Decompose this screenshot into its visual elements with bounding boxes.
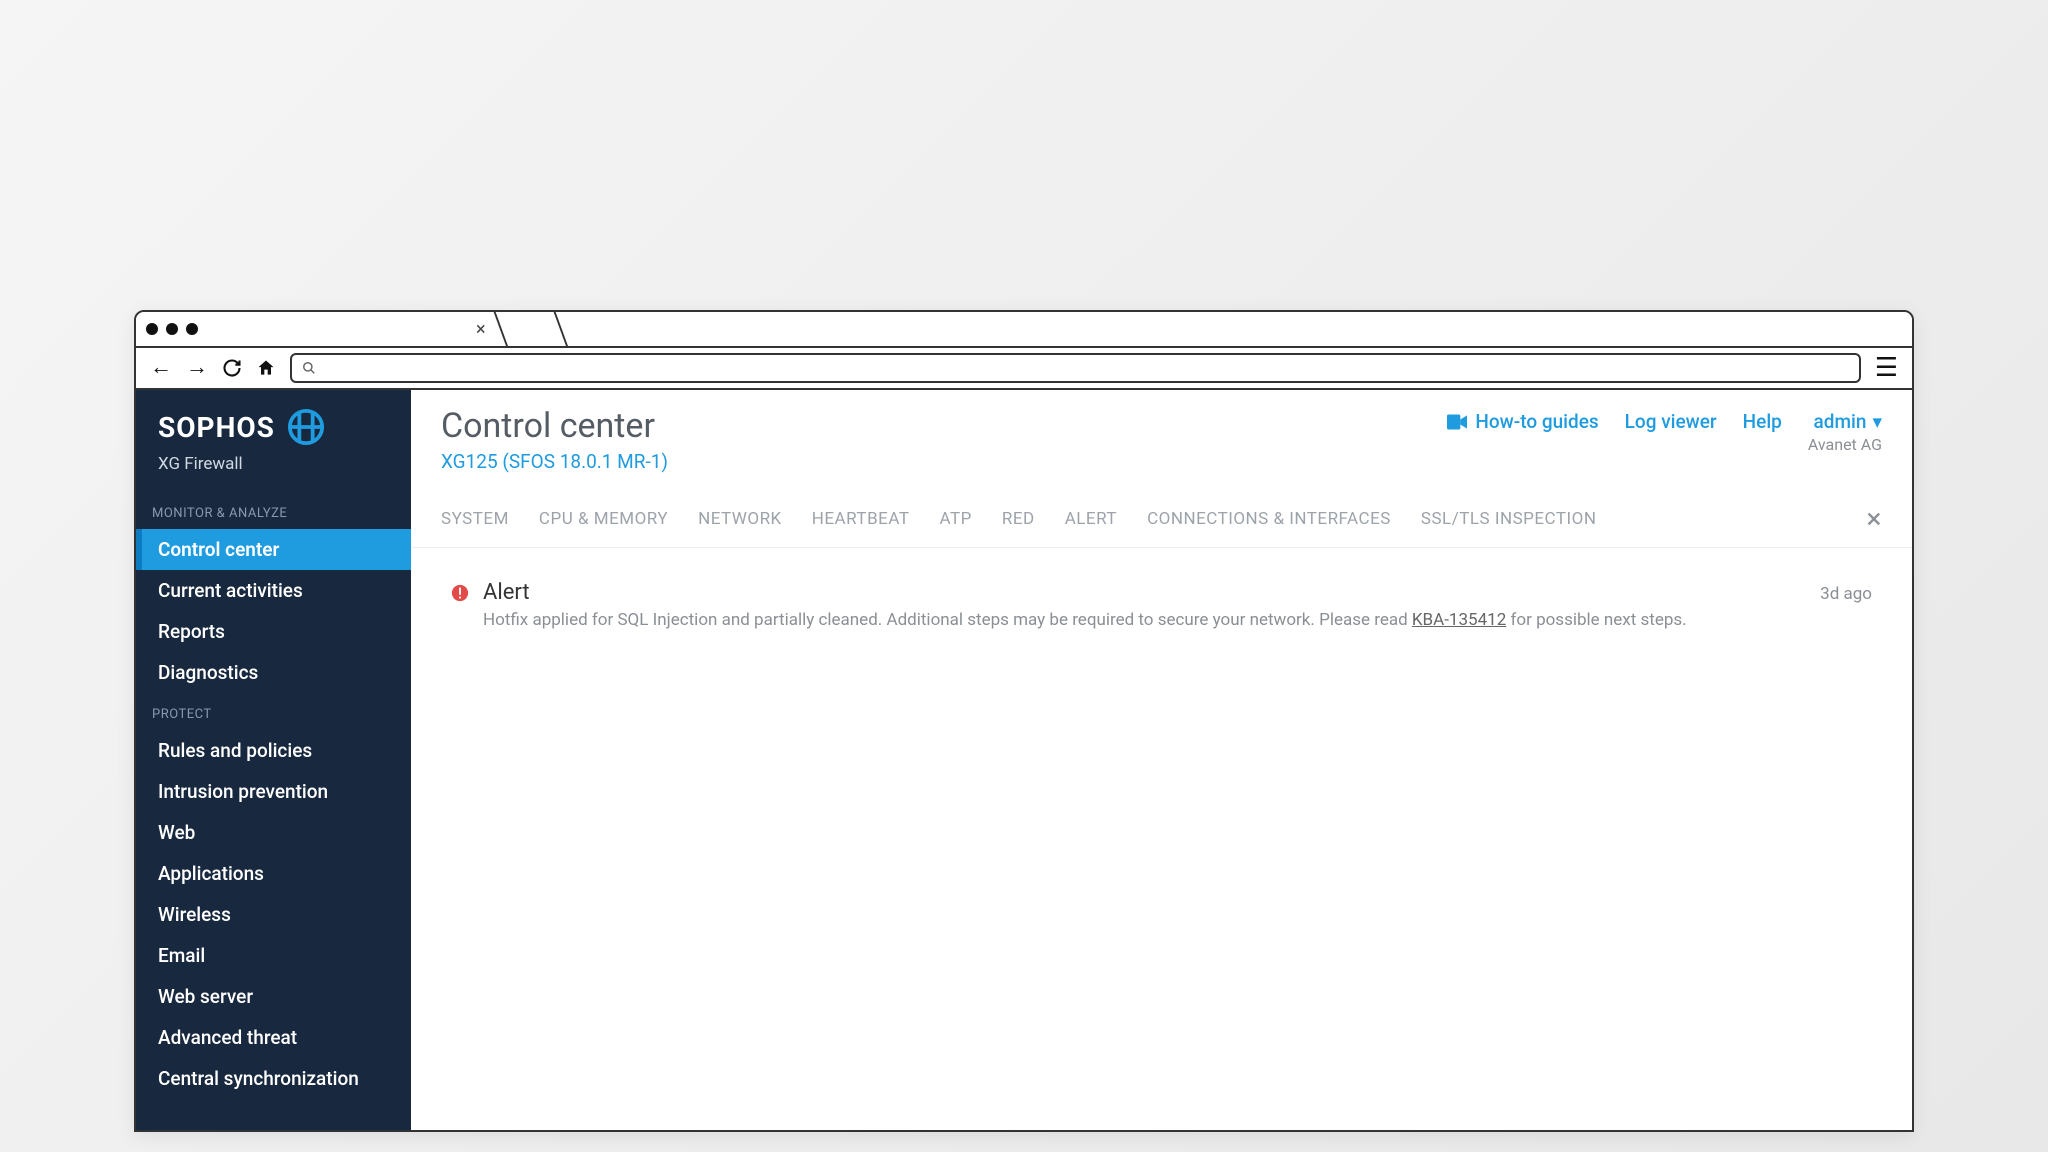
sidebar-item-label: Rules and policies: [158, 739, 312, 762]
sidebar-item-reports[interactable]: Reports: [136, 611, 411, 652]
sidebar: SOPHOS XG Firewall MONITOR & ANALYZE Con…: [136, 390, 411, 1130]
sidebar-item-label: Central synchronization: [158, 1067, 359, 1090]
sidebar-item-current-activities[interactable]: Current activities: [136, 570, 411, 611]
window-controls[interactable]: [146, 323, 198, 335]
browser-tab-new[interactable]: [496, 312, 568, 346]
sidebar-item-label: Wireless: [158, 903, 231, 926]
close-panel-button[interactable]: ×: [1867, 505, 1882, 533]
sidebar-item-wireless[interactable]: Wireless: [136, 894, 411, 935]
video-icon: [1447, 414, 1467, 430]
sidebar-item-label: Current activities: [158, 579, 303, 602]
tab-cpu-memory[interactable]: CPU & MEMORY: [539, 509, 668, 529]
nav-section-label: PROTECT: [136, 693, 411, 730]
sidebar-item-control-center[interactable]: Control center: [136, 529, 411, 570]
sidebar-item-advanced-threat[interactable]: Advanced threat: [136, 1017, 411, 1058]
sidebar-item-label: Applications: [158, 862, 264, 885]
alert-icon: [451, 584, 469, 607]
tab-alert[interactable]: ALERT: [1065, 509, 1117, 529]
sidebar-item-central-sync[interactable]: Central synchronization: [136, 1058, 411, 1099]
brand-block: SOPHOS: [136, 404, 411, 450]
tab-heartbeat[interactable]: HEARTBEAT: [812, 509, 910, 529]
sidebar-item-label: Control center: [158, 538, 279, 561]
tab-system[interactable]: SYSTEM: [441, 509, 509, 529]
brand-logo-icon: [287, 408, 325, 446]
app-frame: SOPHOS XG Firewall MONITOR & ANALYZE Con…: [136, 390, 1912, 1130]
forward-button[interactable]: →: [186, 357, 208, 379]
sidebar-item-web[interactable]: Web: [136, 812, 411, 853]
alert-row: Alert Hotfix applied for SQL Injection a…: [411, 548, 1912, 665]
user-menu[interactable]: admin ▾ Avanet AG: [1808, 410, 1882, 454]
sidebar-item-label: Reports: [158, 620, 225, 643]
window-dot-icon[interactable]: [186, 323, 198, 335]
brand-name: SOPHOS: [158, 411, 275, 444]
sidebar-item-applications[interactable]: Applications: [136, 853, 411, 894]
tab-network[interactable]: NETWORK: [698, 509, 782, 529]
search-icon: [302, 361, 316, 375]
alert-timestamp: 3d ago: [1820, 584, 1872, 604]
help-label: Help: [1743, 410, 1782, 433]
tab-connections-interfaces[interactable]: CONNECTIONS & INTERFACES: [1147, 509, 1391, 529]
window-dot-icon[interactable]: [166, 323, 178, 335]
how-to-guides-link[interactable]: How-to guides: [1447, 410, 1598, 433]
sidebar-item-label: Advanced threat: [158, 1026, 297, 1049]
alert-title: Alert: [483, 580, 1806, 605]
browser-tabbar: ×: [136, 312, 1912, 348]
sidebar-item-email[interactable]: Email: [136, 935, 411, 976]
widget-tabs: SYSTEM CPU & MEMORY NETWORK HEARTBEAT AT…: [411, 481, 1912, 548]
back-button[interactable]: ←: [150, 357, 172, 379]
alert-kba-link[interactable]: KBA-135412: [1412, 610, 1506, 630]
close-tab-icon[interactable]: ×: [476, 319, 486, 340]
sidebar-item-label: Email: [158, 944, 205, 967]
sidebar-item-label: Diagnostics: [158, 661, 258, 684]
tab-red[interactable]: RED: [1002, 509, 1035, 529]
user-name-label: admin: [1814, 410, 1867, 433]
sidebar-item-web-server[interactable]: Web server: [136, 976, 411, 1017]
address-bar[interactable]: [290, 353, 1861, 383]
page-subtitle: XG125 (SFOS 18.0.1 MR-1): [441, 450, 1447, 473]
browser-menu-button[interactable]: ☰: [1875, 353, 1898, 383]
tab-atp[interactable]: ATP: [940, 509, 972, 529]
sidebar-item-label: Web: [158, 821, 195, 844]
alert-description: Hotfix applied for SQL Injection and par…: [483, 609, 1806, 633]
alert-desc-pre: Hotfix applied for SQL Injection and par…: [483, 610, 1412, 630]
chevron-down-icon: ▾: [1872, 410, 1882, 433]
user-org-label: Avanet AG: [1808, 435, 1882, 454]
sidebar-item-rules-policies[interactable]: Rules and policies: [136, 730, 411, 771]
sidebar-item-diagnostics[interactable]: Diagnostics: [136, 652, 411, 693]
reload-button[interactable]: [222, 358, 242, 378]
sidebar-item-label: Intrusion prevention: [158, 780, 328, 803]
page-header: Control center XG125 (SFOS 18.0.1 MR-1) …: [411, 390, 1912, 481]
browser-window: × ← → ☰ SOPHOS: [134, 310, 1914, 1132]
nav-section-label: MONITOR & ANALYZE: [136, 492, 411, 529]
help-link[interactable]: Help: [1743, 410, 1782, 433]
log-viewer-label: Log viewer: [1625, 410, 1717, 433]
brand-product: XG Firewall: [136, 450, 411, 492]
browser-toolbar: ← → ☰: [136, 348, 1912, 390]
home-button[interactable]: [256, 358, 276, 378]
log-viewer-link[interactable]: Log viewer: [1625, 410, 1717, 433]
page-title: Control center: [441, 406, 1447, 446]
sidebar-item-intrusion-prevention[interactable]: Intrusion prevention: [136, 771, 411, 812]
sidebar-item-label: Web server: [158, 985, 253, 1008]
browser-tab[interactable]: ×: [206, 312, 508, 346]
tab-ssl-tls[interactable]: SSL/TLS INSPECTION: [1421, 509, 1597, 529]
how-to-guides-label: How-to guides: [1475, 410, 1598, 433]
window-dot-icon[interactable]: [146, 323, 158, 335]
alert-desc-post: for possible next steps.: [1506, 610, 1686, 630]
main-panel: Control center XG125 (SFOS 18.0.1 MR-1) …: [411, 390, 1912, 1130]
